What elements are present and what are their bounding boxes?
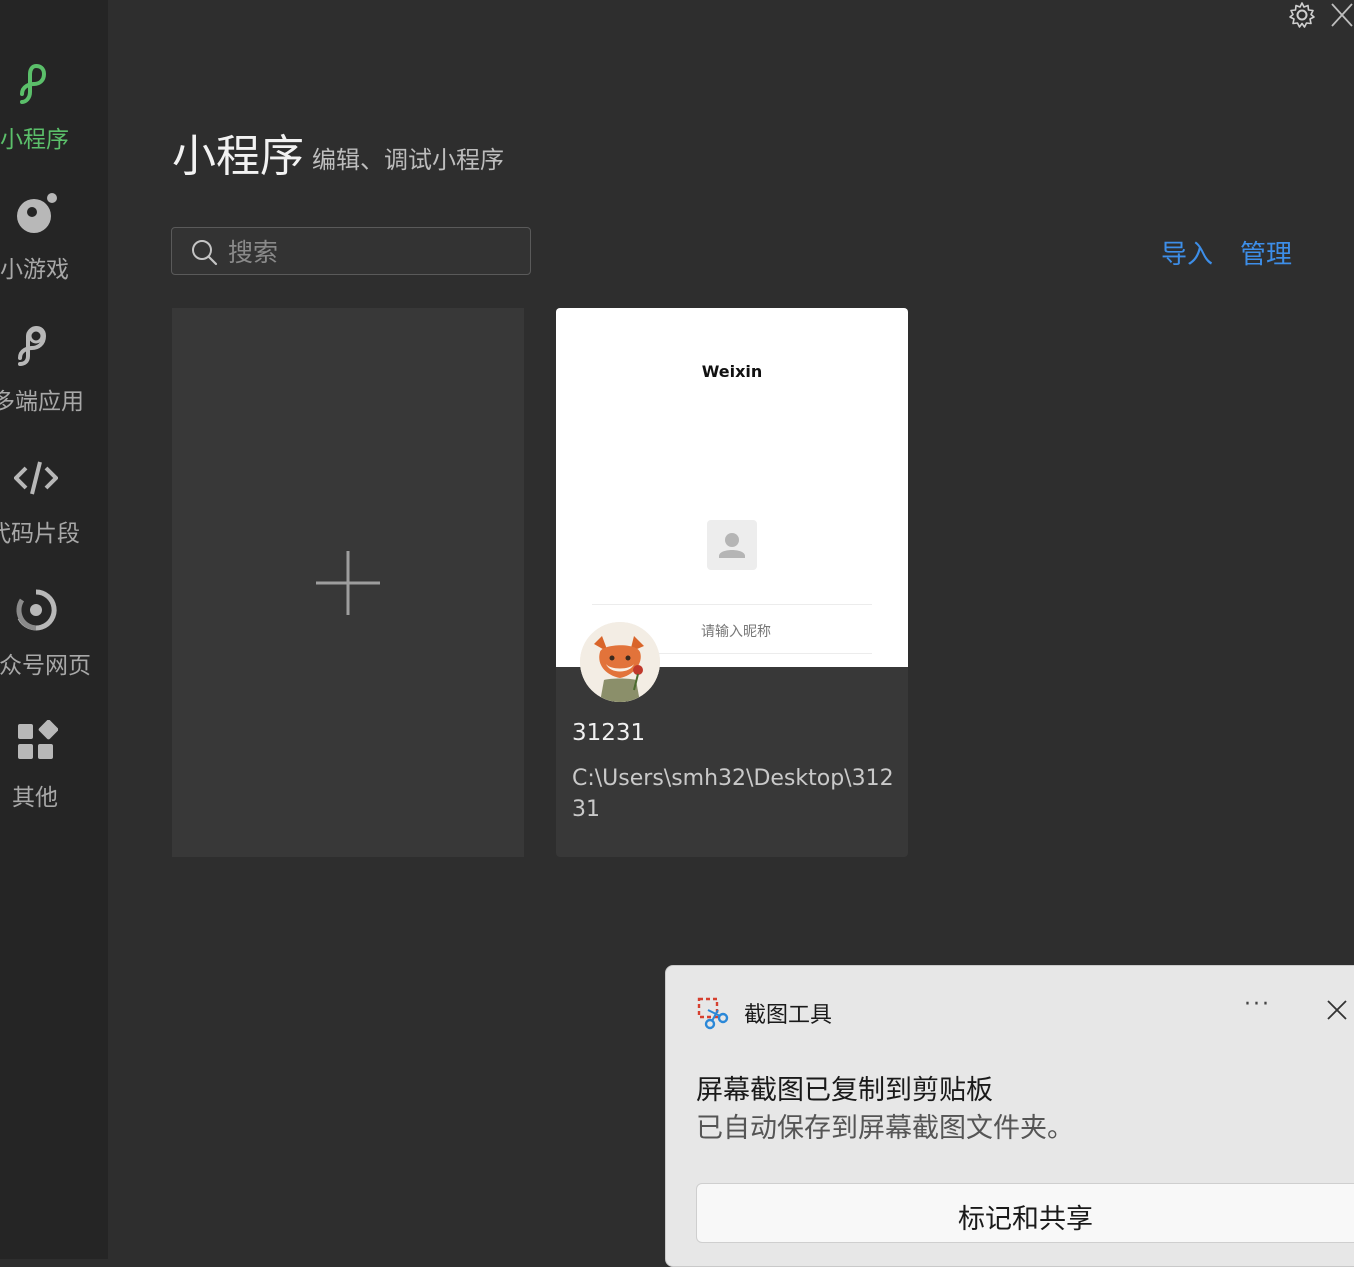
search-box[interactable]	[171, 227, 531, 275]
sidebar-item-label: 小游戏	[0, 257, 69, 283]
user-icon	[719, 533, 745, 558]
markup-and-share-button[interactable]: 标记和共享	[696, 1183, 1354, 1243]
project-preview: Weixin 请输入昵称	[556, 308, 908, 667]
button-label: 标记和共享	[958, 1204, 1093, 1235]
search-icon	[192, 240, 218, 266]
sidebar: 小程序 小游戏 多端应用 代码片段 公众号网页	[0, 0, 108, 1259]
divider	[592, 604, 872, 605]
page-title: 小程序	[172, 131, 304, 182]
sidebar-item-official-account[interactable]: 公众号网页	[0, 588, 108, 698]
code-icon	[14, 461, 58, 495]
fox-avatar-icon	[580, 622, 660, 702]
close-icon[interactable]	[1326, 999, 1348, 1021]
project-card[interactable]: Weixin 请输入昵称 31231 C:\Users\smh32\Deskto…	[556, 308, 908, 857]
sidebar-item-label: 小程序	[0, 127, 69, 153]
sidebar-item-mini-program[interactable]: 小程序	[0, 62, 108, 172]
toast-title: 屏幕截图已复制到剪贴板	[696, 1075, 993, 1106]
sidebar-item-label: 多端应用	[0, 389, 84, 415]
sidebar-item-label: 公众号网页	[0, 653, 91, 679]
close-icon[interactable]	[1330, 2, 1354, 28]
sidebar-item-other[interactable]: 其他	[0, 720, 108, 830]
mini-game-icon	[17, 193, 57, 233]
sidebar-item-mini-game[interactable]: 小游戏	[0, 192, 108, 302]
apps-grid-icon	[18, 720, 58, 759]
toast-app-name: 截图工具	[744, 1003, 833, 1028]
preview-title: Weixin	[701, 362, 763, 381]
plus-icon	[316, 551, 380, 615]
sidebar-item-multi-platform[interactable]: 多端应用	[0, 324, 108, 434]
search-input[interactable]	[226, 234, 520, 270]
multi-platform-icon	[18, 325, 47, 366]
official-account-icon	[16, 589, 57, 631]
project-avatar	[580, 622, 660, 702]
sidebar-item-label: 其他	[12, 785, 58, 811]
preview-avatar-placeholder	[707, 520, 757, 570]
snipping-tool-notification[interactable]: 截图工具 ··· 屏幕截图已复制到剪贴板 已自动保存到屏幕截图文件夹。 标记和共…	[665, 965, 1354, 1267]
import-button[interactable]: 导入	[1161, 234, 1213, 271]
manage-button[interactable]: 管理	[1240, 234, 1292, 271]
preview-nickname-placeholder: 请输入昵称	[701, 624, 771, 640]
more-options-button[interactable]: ···	[1244, 992, 1271, 1017]
project-name: 31231	[572, 720, 646, 746]
snipping-tool-icon	[697, 997, 729, 1030]
sidebar-item-label: 代码片段	[0, 521, 80, 547]
page-subtitle: 编辑、调试小程序	[312, 146, 504, 174]
new-project-card[interactable]	[172, 308, 524, 857]
project-path: C:\Users\smh32\Desktop\31231	[572, 766, 894, 822]
toast-body: 已自动保存到屏幕截图文件夹。	[696, 1113, 1074, 1144]
mini-program-icon	[20, 63, 47, 104]
gear-icon[interactable]	[1288, 1, 1316, 29]
sidebar-item-code-snippet[interactable]: 代码片段	[0, 456, 108, 566]
